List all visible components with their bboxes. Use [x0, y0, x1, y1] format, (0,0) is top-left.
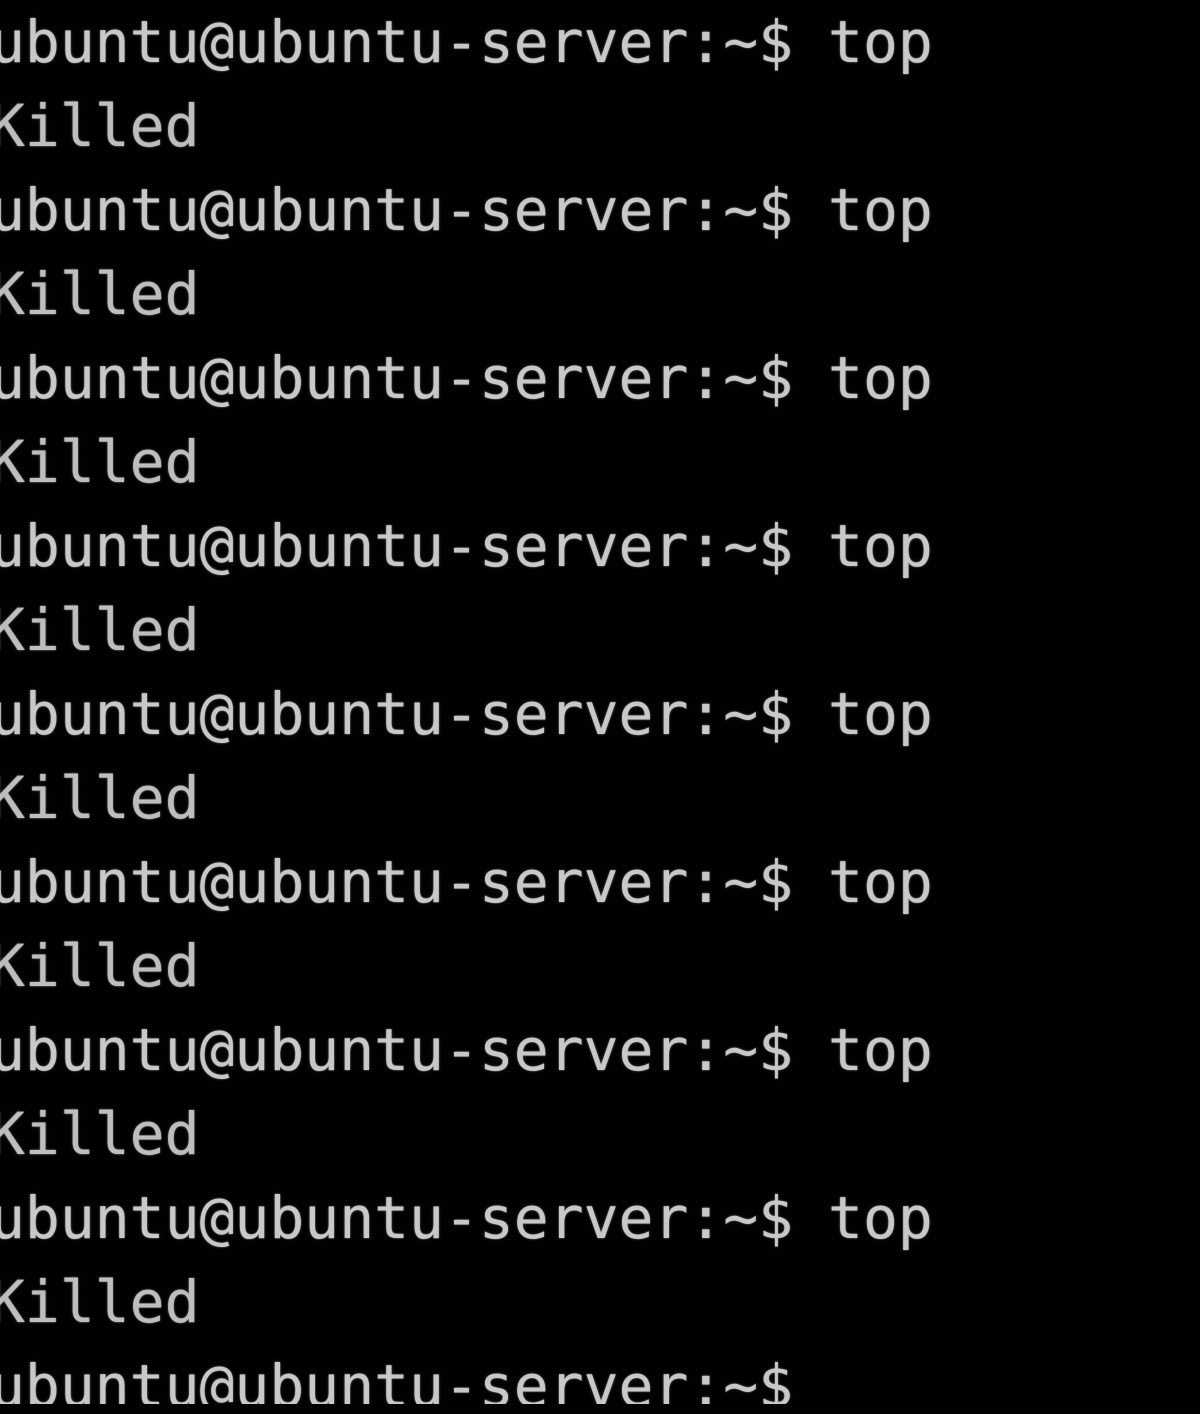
- terminal-line-output: Killed: [0, 1100, 200, 1168]
- terminal-window[interactable]: ubuntu@ubuntu-server:~$ top Killed ubunt…: [0, 0, 1200, 1414]
- terminal-line-prompt: ubuntu@ubuntu-server:~$ top: [0, 1016, 933, 1084]
- terminal-line-prompt: ubuntu@ubuntu-server:~$ top: [0, 1184, 933, 1252]
- terminal-line-output: Killed: [0, 92, 200, 160]
- terminal-line-output: Killed: [0, 428, 200, 496]
- terminal-line-prompt: ubuntu@ubuntu-server:~$ top: [0, 8, 933, 76]
- terminal-current-prompt[interactable]: ubuntu@ubuntu-server:~$: [0, 1344, 1200, 1404]
- terminal-line-output: Killed: [0, 1268, 200, 1336]
- terminal-line-prompt: ubuntu@ubuntu-server:~$ top: [0, 176, 933, 244]
- terminal-line-output: Killed: [0, 596, 200, 664]
- terminal-line-prompt: ubuntu@ubuntu-server:~$ top: [0, 512, 933, 580]
- terminal-line-prompt: ubuntu@ubuntu-server:~$ top: [0, 680, 933, 748]
- terminal-line-output: Killed: [0, 764, 200, 832]
- terminal-line-prompt: ubuntu@ubuntu-server:~$ top: [0, 344, 933, 412]
- terminal-output-area[interactable]: ubuntu@ubuntu-server:~$ top Killed ubunt…: [0, 0, 1200, 1414]
- terminal-line-prompt: ubuntu@ubuntu-server:~$ top: [0, 848, 933, 916]
- terminal-line-output: Killed: [0, 260, 200, 328]
- terminal-line-output: Killed: [0, 932, 200, 1000]
